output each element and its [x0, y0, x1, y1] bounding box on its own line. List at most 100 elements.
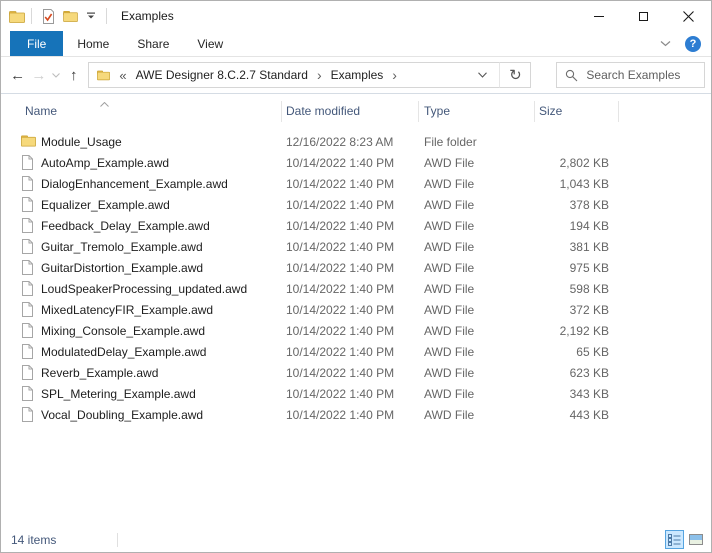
qat-customize-dropdown[interactable]	[82, 10, 100, 22]
breadcrumb-segment[interactable]: AWE Designer 8.C.2.7 Standard	[132, 68, 312, 82]
table-row[interactable]: Reverb_Example.awd 10/14/2022 1:40 PM AWD …	[1, 362, 711, 383]
file-icon	[21, 176, 33, 191]
file-date-modified: 10/14/2022 1:40 PM	[286, 236, 394, 257]
details-view-icon	[668, 534, 681, 546]
file-name: Vocal_Doubling_Example.awd	[41, 404, 203, 425]
file-size: 1,043 KB	[534, 173, 609, 194]
table-row[interactable]: MixedLatencyFIR_Example.awd 10/14/2022 1:…	[1, 299, 711, 320]
file-date-modified: 10/14/2022 1:40 PM	[286, 362, 394, 383]
minimize-button[interactable]	[576, 1, 621, 31]
file-name: ModulatedDelay_Example.awd	[41, 341, 206, 362]
column-divider[interactable]	[534, 101, 535, 122]
file-date-modified: 10/14/2022 1:40 PM	[286, 404, 394, 425]
file-name: DialogEnhancement_Example.awd	[41, 173, 228, 194]
column-header-name[interactable]: Name	[25, 94, 57, 128]
help-button[interactable]: ?	[685, 36, 701, 52]
file-size: 2,802 KB	[534, 152, 609, 173]
breadcrumb-segment[interactable]: Examples	[327, 68, 388, 82]
chevron-right-icon[interactable]: ›	[312, 67, 327, 83]
column-divider[interactable]	[418, 101, 419, 122]
table-row[interactable]: GuitarDistortion_Example.awd 10/14/2022 1…	[1, 257, 711, 278]
table-row[interactable]: Mixing_Console_Example.awd10/14/2022 1:4…	[1, 320, 711, 341]
qat-new-folder-button[interactable]	[59, 8, 82, 24]
thumbnails-view-button[interactable]	[686, 530, 705, 549]
titlebar-separator	[106, 8, 107, 24]
refresh-button[interactable]: ↻	[499, 62, 531, 88]
file-type: AWD File	[424, 299, 474, 320]
file-date-modified: 10/14/2022 1:40 PM	[286, 383, 394, 404]
breadcrumb-overflow[interactable]: «	[119, 68, 126, 83]
table-row[interactable]: Equalizer_Example.awd10/14/2022 1:40 PMA…	[1, 194, 711, 215]
column-divider[interactable]	[281, 101, 282, 122]
file-date-modified: 10/14/2022 1:40 PM	[286, 257, 394, 278]
file-size: 381 KB	[534, 236, 609, 257]
table-row[interactable]: ModulatedDelay_Example.awd 10/14/2022 1:4…	[1, 341, 711, 362]
tab-view[interactable]: View	[183, 31, 237, 56]
details-view-button[interactable]	[665, 530, 684, 549]
file-date-modified: 10/14/2022 1:40 PM	[286, 299, 394, 320]
expand-ribbon-chevron[interactable]	[660, 40, 671, 47]
file-icon	[21, 197, 33, 212]
file-browser-content: Name Date modified Type Size Module_Usag…	[1, 94, 711, 527]
address-dropdown-chevron[interactable]	[472, 72, 493, 78]
file-date-modified: 12/16/2022 8:23 AM	[286, 131, 393, 152]
column-header-size[interactable]: Size	[539, 94, 562, 128]
table-row[interactable]: Feedback_Delay_Example.awd10/14/2022 1:4…	[1, 215, 711, 236]
file-name: Guitar_Tremolo_Example.awd	[41, 236, 203, 257]
items-count: 14 items	[11, 527, 56, 552]
maximize-icon	[639, 12, 648, 21]
titlebar-separator	[31, 8, 32, 24]
table-row[interactable]: SPL_Metering_Example.awd 10/14/2022 1:40 …	[1, 383, 711, 404]
address-bar[interactable]: « AWE Designer 8.C.2.7 Standard › Exampl…	[88, 62, 500, 88]
file-name: SPL_Metering_Example.awd	[41, 383, 196, 404]
column-header-type[interactable]: Type	[424, 94, 450, 128]
file-name: LoudSpeakerProcessing_updated.awd	[41, 278, 247, 299]
table-row[interactable]: Vocal_Doubling_Example.awd 10/14/2022 1:4…	[1, 404, 711, 425]
up-button[interactable]: ↑	[63, 62, 84, 88]
column-divider[interactable]	[618, 101, 619, 122]
chevron-right-icon[interactable]: ›	[387, 67, 402, 83]
column-headers: Name Date modified Type Size	[1, 94, 711, 128]
file-icon	[21, 218, 33, 233]
file-icon	[21, 365, 33, 380]
file-size: 343 KB	[534, 383, 609, 404]
file-icon	[21, 260, 33, 275]
file-size	[534, 131, 609, 152]
file-icon	[21, 386, 33, 401]
file-type: File folder	[424, 131, 477, 152]
file-name: GuitarDistortion_Example.awd	[41, 257, 203, 278]
close-button[interactable]	[666, 1, 711, 31]
picture-icon	[689, 534, 703, 545]
table-row[interactable]: DialogEnhancement_Example.awd 10/14/2022 …	[1, 173, 711, 194]
sort-ascending-icon	[100, 96, 109, 110]
file-type: AWD File	[424, 215, 474, 236]
back-button[interactable]: ←	[7, 62, 28, 88]
search-input[interactable]	[586, 68, 696, 82]
file-name: Feedback_Delay_Example.awd	[41, 215, 210, 236]
file-size: 372 KB	[534, 299, 609, 320]
table-row[interactable]: Module_Usage12/16/2022 8:23 AMFile folde…	[1, 131, 711, 152]
forward-button[interactable]: →	[28, 62, 49, 88]
search-icon	[565, 69, 578, 82]
table-row[interactable]: AutoAmp_Example.awd10/14/2022 1:40 PMAWD…	[1, 152, 711, 173]
file-name: MixedLatencyFIR_Example.awd	[41, 299, 213, 320]
table-row[interactable]: LoudSpeakerProcessing_updated.awd 10/14/2…	[1, 278, 711, 299]
file-icon	[21, 302, 33, 317]
qat-properties-button[interactable]	[38, 7, 59, 26]
tab-home[interactable]: Home	[63, 31, 123, 56]
file-type: AWD File	[424, 257, 474, 278]
table-row[interactable]: Guitar_Tremolo_Example.awd 10/14/2022 1:4…	[1, 236, 711, 257]
file-type: AWD File	[424, 362, 474, 383]
tab-share[interactable]: Share	[123, 31, 183, 56]
recent-locations-dropdown[interactable]	[50, 62, 64, 88]
maximize-button[interactable]	[621, 1, 666, 31]
column-header-date-modified[interactable]: Date modified	[286, 94, 360, 128]
folder-icon	[97, 69, 110, 81]
tab-file[interactable]: File	[10, 31, 63, 56]
file-date-modified: 10/14/2022 1:40 PM	[286, 341, 394, 362]
file-name: Reverb_Example.awd	[41, 362, 158, 383]
file-date-modified: 10/14/2022 1:40 PM	[286, 173, 394, 194]
file-date-modified: 10/14/2022 1:40 PM	[286, 278, 394, 299]
file-size: 378 KB	[534, 194, 609, 215]
document-check-icon	[42, 9, 55, 24]
